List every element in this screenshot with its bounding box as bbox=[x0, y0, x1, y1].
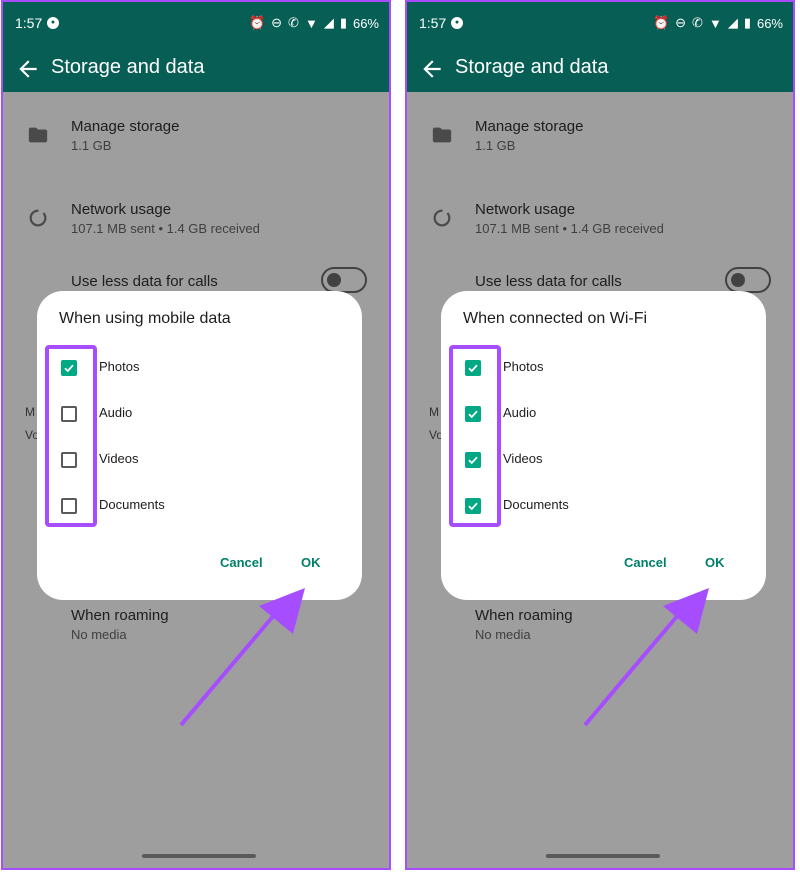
pointer-arrow bbox=[583, 588, 709, 727]
pointer-arrow bbox=[179, 588, 305, 727]
navigation-handle[interactable] bbox=[142, 854, 256, 858]
phone-screen-wifi: 1:57 ● ⏰ ⊖ ✆ ▼ ◢ ▮ 66% Storage and data … bbox=[405, 0, 795, 870]
phone-screen-mobile-data: 1:57 ● ⏰ ⊖ ✆ ▼ ◢ ▮ 66% Storage and data … bbox=[1, 0, 391, 870]
navigation-handle[interactable] bbox=[546, 854, 660, 858]
